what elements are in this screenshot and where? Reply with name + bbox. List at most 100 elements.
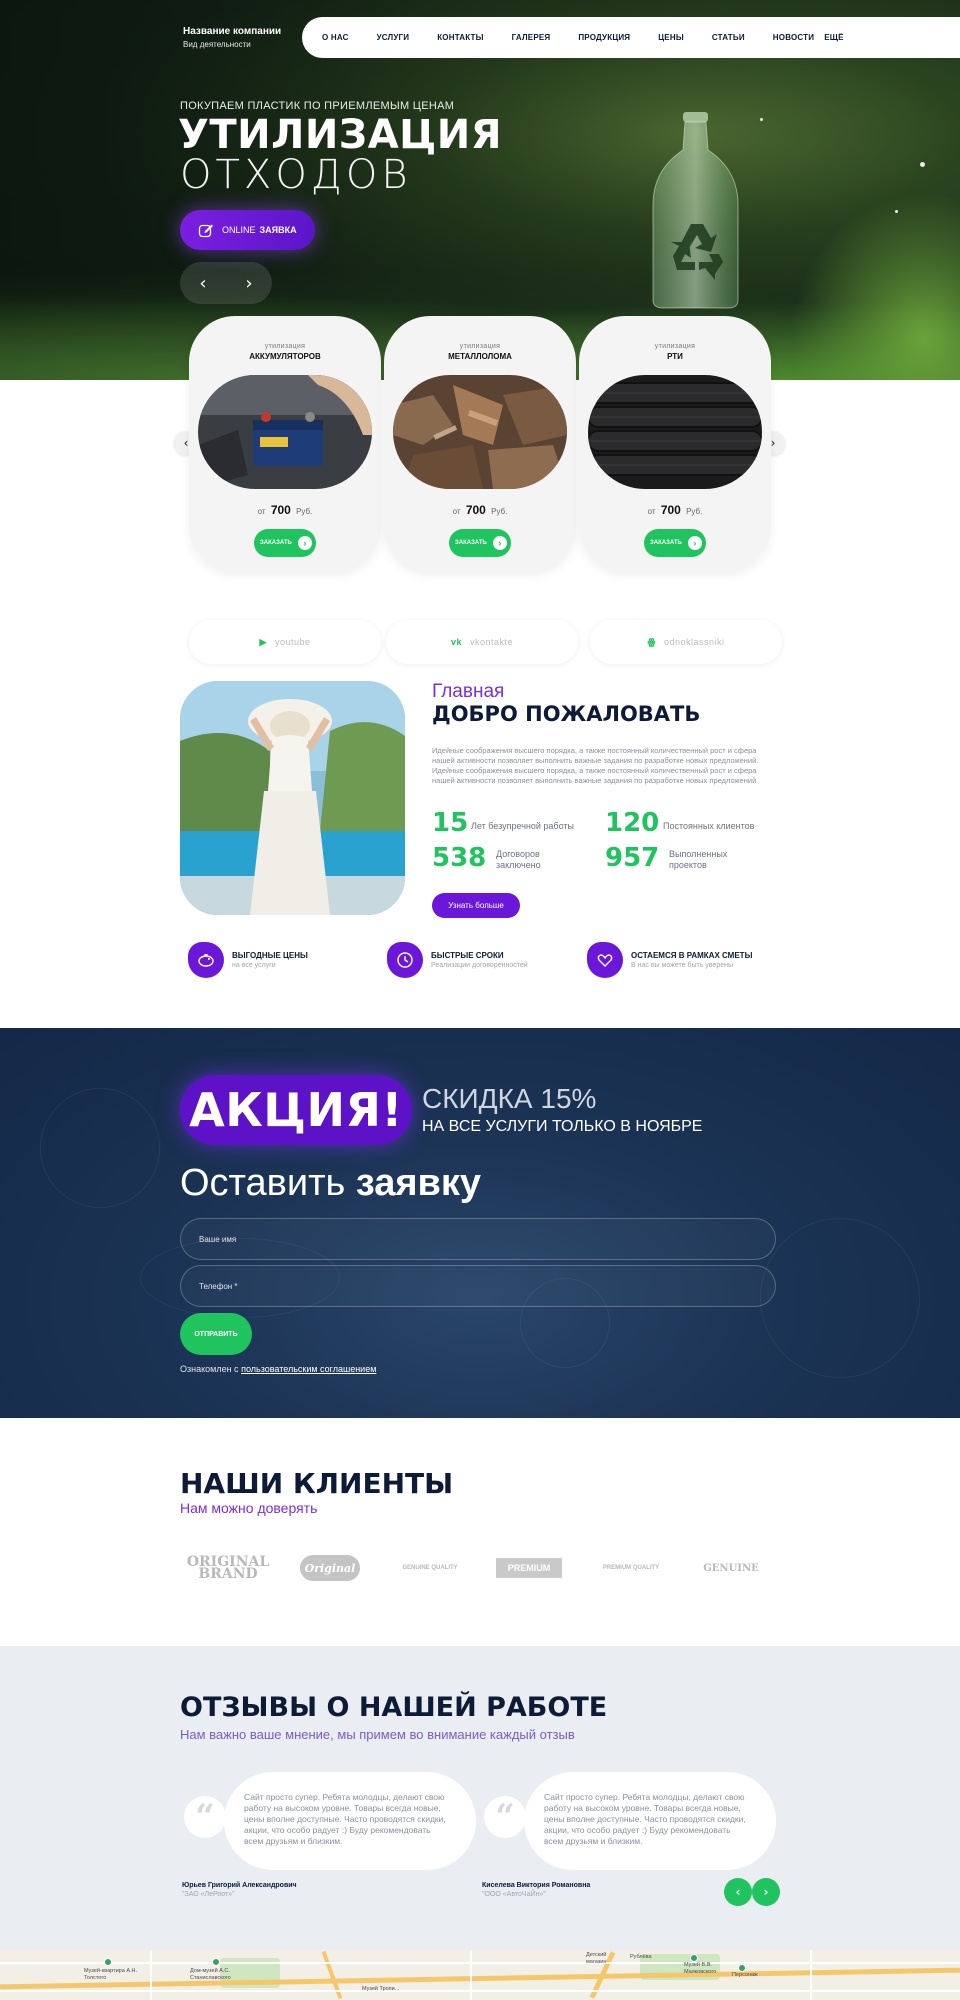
product-price: от 700 Руб. xyxy=(579,503,771,517)
stat-label: Лет безупречной работы xyxy=(471,821,574,831)
company-logo-block[interactable]: Название компании Вид деятельности xyxy=(183,26,281,49)
map-label: Музей В.В. Маяковского xyxy=(684,1962,717,1975)
nav-item-about[interactable]: О НАС xyxy=(322,33,349,42)
odnoklassniki-icon: ꙮ xyxy=(647,636,656,647)
feature-title: ВЫГОДНЫЕ ЦЕНЫ xyxy=(232,951,308,960)
map-label: Дом-музей А.С. Станиславского xyxy=(190,1968,231,1981)
light-speck xyxy=(920,162,925,167)
submit-button[interactable]: ОТПРАВИТЬ xyxy=(180,1313,252,1355)
order-button-label: ЗАКАЗАТЬ xyxy=(260,540,292,546)
review-author-name: Юрьев Григорий Александрович xyxy=(182,1882,297,1889)
order-button[interactable]: ЗАКАЗАТЬ › xyxy=(254,529,316,557)
heart-hands-icon xyxy=(587,942,623,978)
nav-item-products[interactable]: ПРОДУКЦИЯ xyxy=(578,33,630,42)
stat-label: Постоянных клиентов xyxy=(663,821,755,831)
client-logo-text: ORIGINAL BRAND xyxy=(186,1554,270,1582)
agreement-link[interactable]: пользовательским соглашением xyxy=(241,1364,376,1374)
feature-title: БЫСТРЫЕ СРОКИ xyxy=(431,951,504,960)
stat-value: 15 xyxy=(432,808,469,838)
price-prefix: от xyxy=(452,507,461,516)
nav-item-news[interactable]: НОВОСТИ xyxy=(773,33,814,42)
reviews-prev-button[interactable]: ‹ xyxy=(724,1878,752,1906)
promo-badge: АКЦИЯ! xyxy=(180,1075,412,1145)
map-label: Детский магазин xyxy=(586,1952,607,1965)
price-currency: Руб. xyxy=(296,507,313,516)
map-pin-icon xyxy=(690,1954,698,1962)
phone-input[interactable] xyxy=(180,1265,776,1307)
welcome-title: ДОБРО ПОЖАЛОВАТЬ xyxy=(432,702,701,726)
reviews-subtitle: Нам важно ваше мнение, мы примем во вним… xyxy=(180,1727,575,1742)
product-card[interactable]: утилизация АККУМУЛЯТОРОВ от 700 Руб. ЗАК… xyxy=(189,316,381,572)
map-street xyxy=(0,1990,960,1992)
promo-discount-note: НА ВСЕ УСЛУГИ ТОЛЬКО В НОЯБРЕ xyxy=(422,1118,703,1135)
nav-item-more[interactable]: ЕЩЁ xyxy=(824,33,843,42)
feature-subtitle: на все услуги xyxy=(232,962,276,969)
product-title: МЕТАЛЛОЛОМА xyxy=(448,352,512,361)
review-author: Киселева Виктория Романовна "ООО «АвтоЧа… xyxy=(482,1882,590,1898)
social-link-vkontakte[interactable]: vk vkontakte xyxy=(386,620,578,664)
review-text: Сайт просто супер. Ребята молодцы, делаю… xyxy=(544,1792,746,1846)
map-pin-icon xyxy=(212,1958,220,1966)
location-map[interactable]: Музей-квартира А.Н. Толстого Дом-музей А… xyxy=(0,1950,960,2000)
client-logo: Original xyxy=(300,1552,360,1584)
decorative-circle xyxy=(760,1218,920,1378)
map-pin-icon xyxy=(104,1958,112,1966)
review-author-company: "ООО «АвтоЧаЙн»" xyxy=(482,1891,546,1898)
nav-item-gallery[interactable]: ГАЛЕРЕЯ xyxy=(512,33,551,42)
feature-item: БЫСТРЫЕ СРОКИ Реализации договоренностей xyxy=(387,942,528,978)
nav-item-contacts[interactable]: КОНТАКТЫ xyxy=(437,33,483,42)
arrow-right-icon: › xyxy=(297,536,312,550)
nav-item-prices[interactable]: ЦЕНЫ xyxy=(658,33,684,42)
form-title: Оставить заявку xyxy=(180,1162,481,1205)
decorative-circle xyxy=(40,1088,160,1208)
client-logo: GENUINE QUALITY xyxy=(400,1552,460,1584)
chevron-right-icon[interactable]: › xyxy=(226,262,272,304)
reviews-next-button[interactable]: › xyxy=(752,1878,780,1906)
agreement-text: Ознакомлен с пользовательским соглашение… xyxy=(180,1364,376,1374)
name-input[interactable] xyxy=(180,1218,776,1260)
social-link-odnoklassniki[interactable]: ꙮ odnoklassniki xyxy=(590,620,782,664)
youtube-icon: ▶ xyxy=(259,636,267,647)
price-value: 700 xyxy=(270,503,291,517)
product-title: РТИ xyxy=(667,352,683,361)
nav-item-services[interactable]: УСЛУГИ xyxy=(377,33,410,42)
car-battery-photo xyxy=(198,375,372,489)
product-kicker: утилизация xyxy=(264,343,306,350)
recycle-clock-icon xyxy=(387,942,423,978)
arrow-right-icon: › xyxy=(492,536,507,550)
stat-label: Договоров заключено xyxy=(496,849,541,870)
product-title: АККУМУЛЯТОРОВ xyxy=(249,352,321,361)
form-title-bold: заявку xyxy=(355,1162,482,1204)
edit-icon xyxy=(198,224,213,238)
feature-subtitle: В нас вы можете быть уверены xyxy=(631,962,734,969)
product-kicker: утилизация xyxy=(654,343,696,350)
online-request-button[interactable]: ONLINE ЗАЯВКА xyxy=(180,210,315,250)
clients-title: НАШИ КЛИЕНТЫ xyxy=(180,1467,454,1500)
main-nav: О НАС УСЛУГИ КОНТАКТЫ ГАЛЕРЕЯ ПРОДУКЦИЯ … xyxy=(302,17,960,58)
order-button[interactable]: ЗАКАЗАТЬ › xyxy=(449,529,511,557)
scrap-metal-photo xyxy=(393,375,567,489)
product-card[interactable]: утилизация РТИ от 700 Руб. ЗАКАЗАТЬ › xyxy=(579,316,771,572)
learn-more-button[interactable]: Узнать больше xyxy=(432,893,520,918)
feature-title: ОСТАЕМСЯ В РАМКАХ СМЕТЫ xyxy=(631,951,753,960)
order-button[interactable]: ЗАКАЗАТЬ › xyxy=(644,529,706,557)
client-logo: PREMIUM QUALITY xyxy=(596,1552,666,1584)
light-speck xyxy=(895,210,898,213)
chevron-left-icon[interactable]: ‹ xyxy=(180,262,226,304)
nav-item-articles[interactable]: СТАТЬИ xyxy=(712,33,745,42)
social-label: youtube xyxy=(274,637,311,647)
reviews-title: ОТЗЫВЫ О НАШЕЙ РАБОТЕ xyxy=(180,1692,608,1723)
client-logo-text: GENUINE xyxy=(703,1562,759,1574)
map-street xyxy=(470,1950,472,2000)
clients-subtitle: Нам можно доверять xyxy=(180,1500,318,1516)
price-currency: Руб. xyxy=(686,507,703,516)
agreement-prefix: Ознакомлен с xyxy=(180,1364,239,1374)
social-label: odnoklassniki xyxy=(663,637,725,647)
tires-photo xyxy=(588,375,762,489)
feature-item: ВЫГОДНЫЕ ЦЕНЫ на все услуги xyxy=(188,942,308,978)
social-link-youtube[interactable]: ▶ youtube xyxy=(189,620,381,664)
map-pin-icon xyxy=(738,1964,746,1972)
social-label: vkontakte xyxy=(469,637,514,647)
product-card[interactable]: утилизация МЕТАЛЛОЛОМА от 700 Руб. ЗАКАЗ… xyxy=(384,316,576,572)
client-logo: PREMIUM xyxy=(496,1552,562,1584)
